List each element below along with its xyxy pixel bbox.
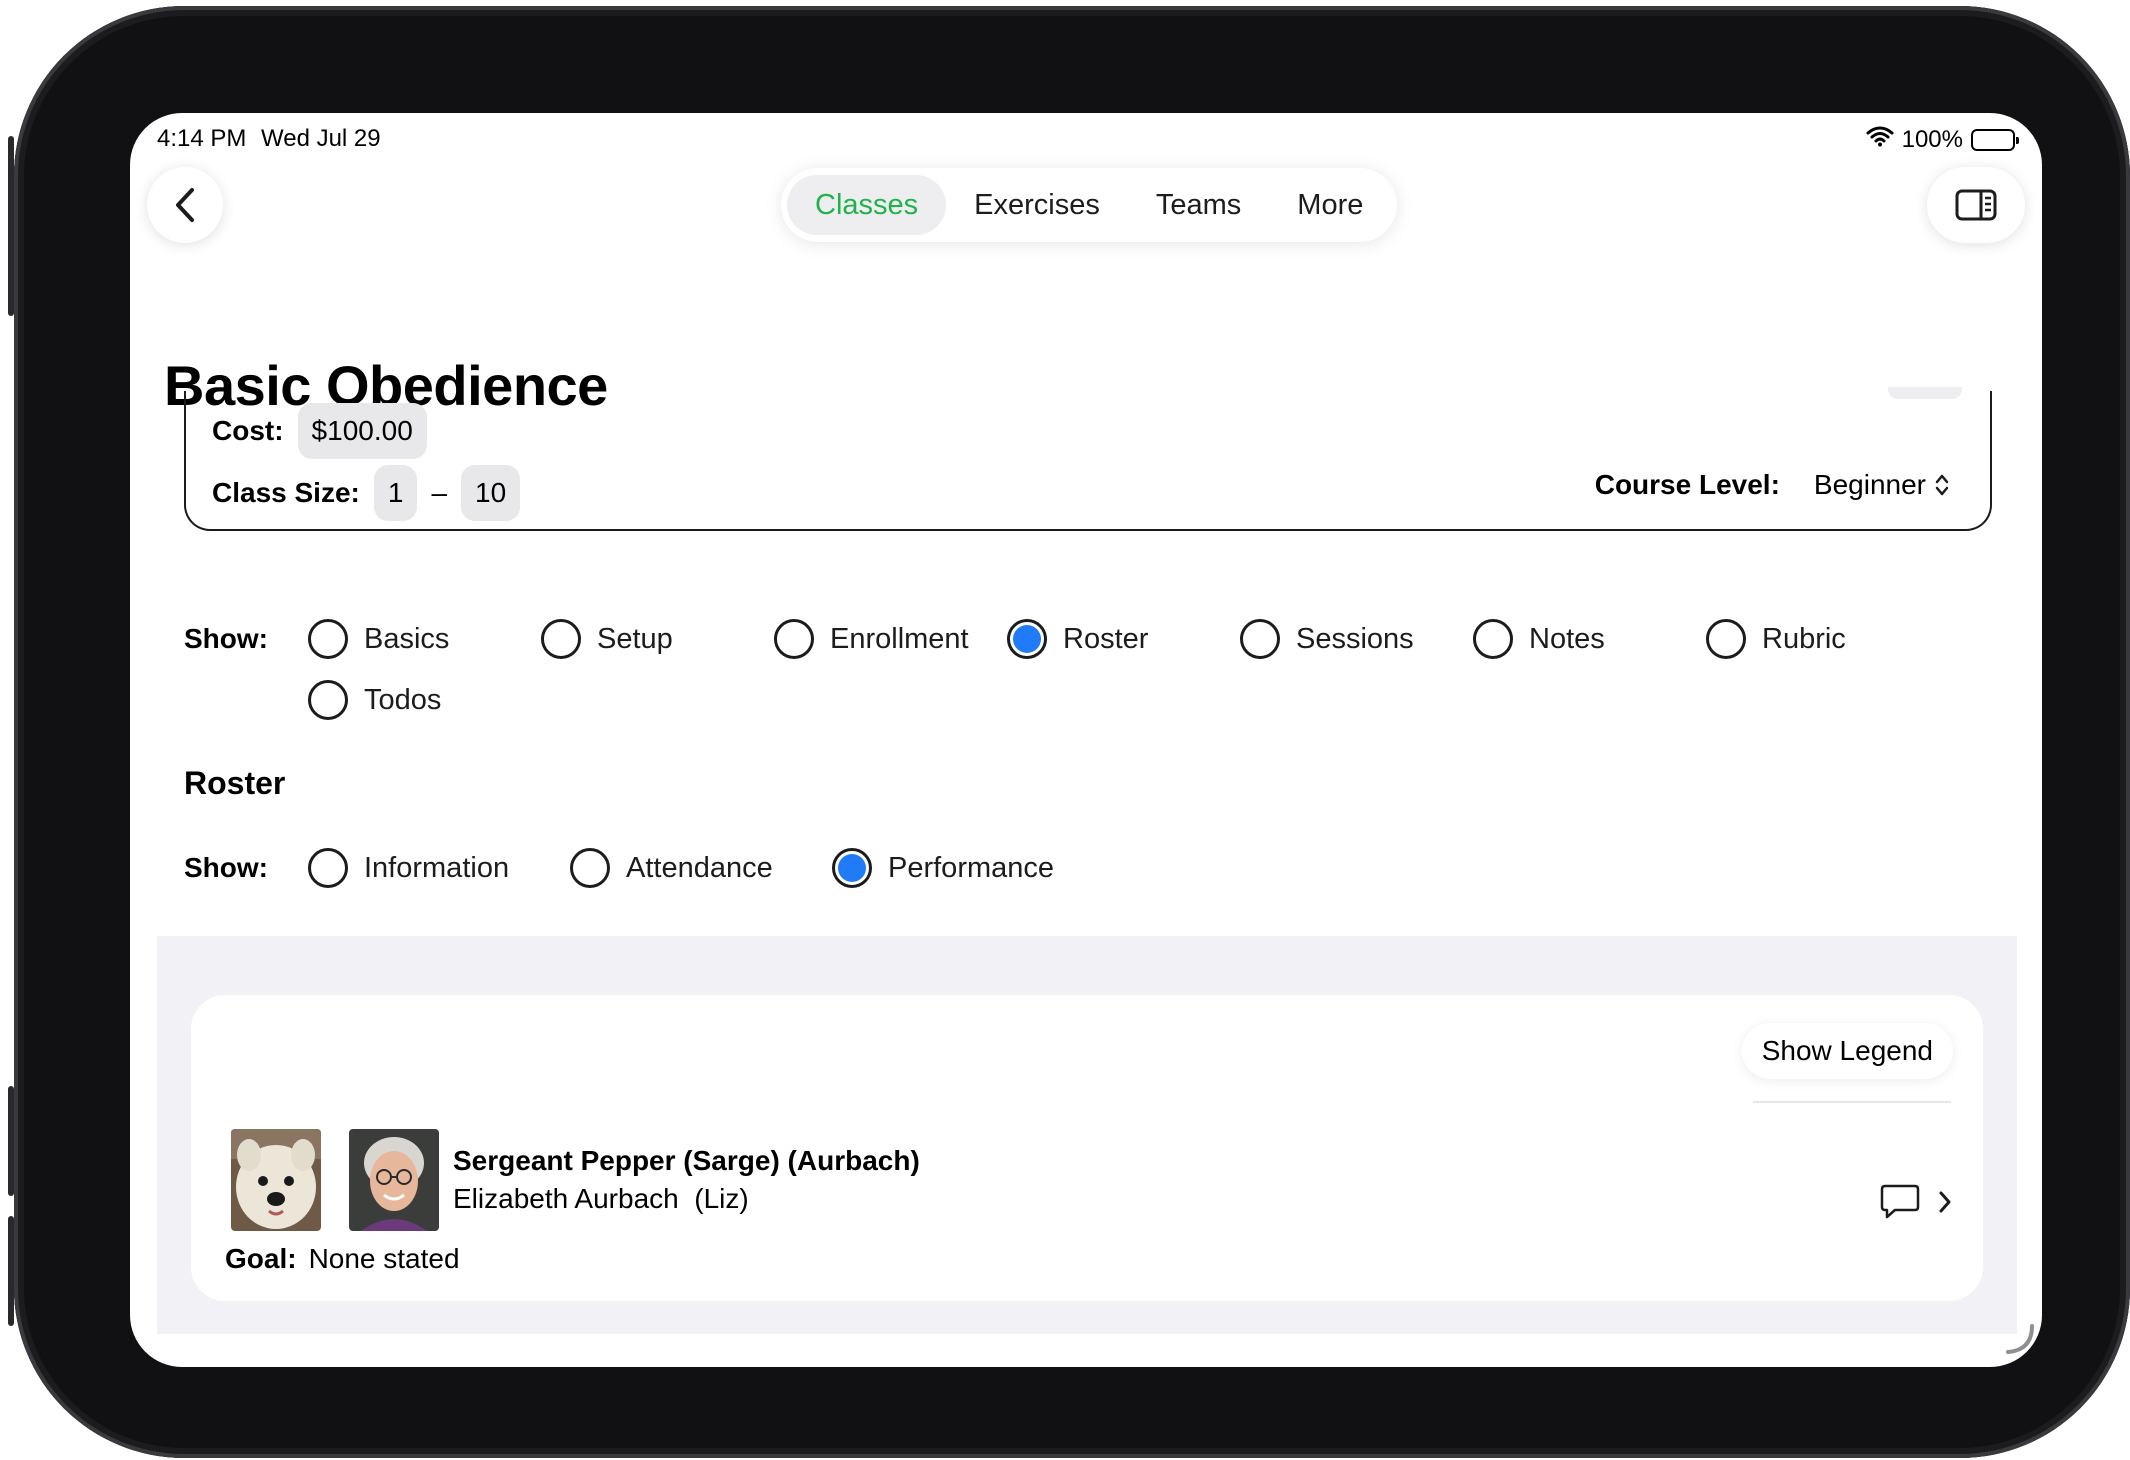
chevron-left-icon	[176, 188, 194, 222]
comment-bubble-icon[interactable]	[1879, 1183, 1921, 1226]
radio-circle	[774, 619, 814, 659]
divider	[1753, 1101, 1951, 1103]
course-level-label: Course Level:	[1594, 469, 1780, 500]
back-button[interactable]	[147, 167, 223, 243]
radio-setup[interactable]: Setup	[541, 619, 673, 659]
radio-circle-selected	[832, 848, 872, 888]
radio-circle	[1473, 619, 1513, 659]
course-level-row: Course Level: Beginner	[1595, 469, 1950, 501]
radio-label: Todos	[364, 683, 442, 716]
radio-performance[interactable]: Performance	[832, 848, 1054, 888]
radio-information[interactable]: Information	[308, 848, 509, 888]
radio-attendance[interactable]: Attendance	[570, 848, 773, 888]
sidebar-right-icon	[1955, 189, 1997, 221]
battery-icon	[1971, 128, 2019, 151]
class-size-separator: –	[431, 477, 448, 508]
radio-circle	[308, 680, 348, 720]
chevron-up-down-icon	[1935, 474, 1949, 496]
tab-classes[interactable]: Classes	[787, 175, 947, 235]
basics-card: Cost: $100.00 Class Size: 1 – 10 Course …	[184, 387, 1992, 531]
radio-label: Roster	[1063, 622, 1149, 655]
wifi-icon	[1866, 125, 1894, 154]
radio-circle	[541, 619, 581, 659]
hidden-control-edge	[1888, 387, 1962, 399]
owner-name: Elizabeth Aurbach (Liz)	[453, 1183, 749, 1214]
radio-label: Enrollment	[830, 622, 969, 655]
radio-rubric[interactable]: Rubric	[1706, 619, 1846, 659]
cost-label: Cost:	[212, 415, 284, 446]
radio-circle-selected	[1007, 619, 1047, 659]
ipad-frame: 4:14 PM Wed Jul 29 100% Classes Exercise…	[8, 6, 2130, 1458]
status-time: 4:14 PM	[157, 125, 247, 152]
radio-label: Rubric	[1762, 622, 1846, 655]
status-date: Wed Jul 29	[261, 125, 381, 152]
class-size-max-field[interactable]: 10	[461, 465, 521, 521]
status-right: 100%	[1866, 125, 2019, 154]
radio-label: Information	[364, 851, 510, 884]
battery-percent: 100%	[1901, 125, 1963, 153]
cost-field[interactable]: $100.00	[297, 403, 427, 459]
top-tab-bar: Classes Exercises Teams More	[781, 168, 1398, 242]
resize-handle-icon[interactable]	[2002, 1322, 2036, 1361]
tab-teams[interactable]: Teams	[1128, 175, 1269, 235]
radio-circle	[570, 848, 610, 888]
radio-circle	[308, 848, 348, 888]
radio-circle	[308, 619, 348, 659]
roster-show-label: Show:	[184, 852, 268, 883]
sidebar-toggle-button[interactable]	[1927, 167, 2025, 243]
radio-notes[interactable]: Notes	[1473, 619, 1605, 659]
owner-photo	[349, 1129, 439, 1231]
tab-exercises[interactable]: Exercises	[946, 175, 1128, 235]
radio-basics[interactable]: Basics	[308, 619, 449, 659]
volume-down-button	[8, 1086, 14, 1196]
tab-more[interactable]: More	[1269, 175, 1391, 235]
status-bar: 4:14 PM Wed Jul 29 100%	[157, 125, 2019, 161]
course-level-value: Beginner	[1813, 469, 1926, 500]
radio-circle	[1706, 619, 1746, 659]
app-screen: 4:14 PM Wed Jul 29 100% Classes Exercise…	[130, 113, 2042, 1367]
radio-enrollment[interactable]: Enrollment	[774, 619, 969, 659]
class-size-min-field[interactable]: 1	[373, 465, 418, 521]
course-level-picker[interactable]: Beginner	[1814, 469, 1950, 501]
radio-label: Performance	[888, 851, 1055, 884]
radio-roster[interactable]: Roster	[1007, 619, 1148, 659]
performance-card[interactable]: Show Legend Sergeant Pepper (Sarge) (Aur…	[191, 995, 1983, 1301]
roster-section-title: Roster	[184, 765, 286, 801]
dog-photo	[231, 1129, 321, 1231]
dog-name: Sergeant Pepper (Sarge) (Aurbach)	[453, 1145, 920, 1176]
class-size-row: Class Size: 1 – 10	[212, 465, 521, 521]
radio-label: Notes	[1529, 622, 1605, 655]
power-button	[8, 1216, 14, 1326]
radio-label: Basics	[364, 622, 450, 655]
section-show-label: Show:	[184, 623, 268, 654]
goal-row: Goal: None stated	[225, 1243, 460, 1275]
chevron-right-icon[interactable]	[1937, 1189, 1953, 1220]
goal-value: None stated	[308, 1243, 460, 1274]
radio-label: Sessions	[1296, 622, 1414, 655]
radio-label: Setup	[597, 622, 673, 655]
radio-sessions[interactable]: Sessions	[1240, 619, 1414, 659]
goal-label: Goal:	[225, 1243, 297, 1274]
radio-circle	[1240, 619, 1280, 659]
radio-todos[interactable]: Todos	[308, 680, 441, 720]
performance-list: Show Legend Sergeant Pepper (Sarge) (Aur…	[157, 936, 2017, 1334]
show-legend-button[interactable]: Show Legend	[1741, 1023, 1953, 1079]
class-size-label: Class Size:	[212, 477, 360, 508]
cost-row: Cost: $100.00	[212, 403, 427, 459]
volume-up-button	[8, 136, 14, 316]
radio-label: Attendance	[626, 851, 773, 884]
